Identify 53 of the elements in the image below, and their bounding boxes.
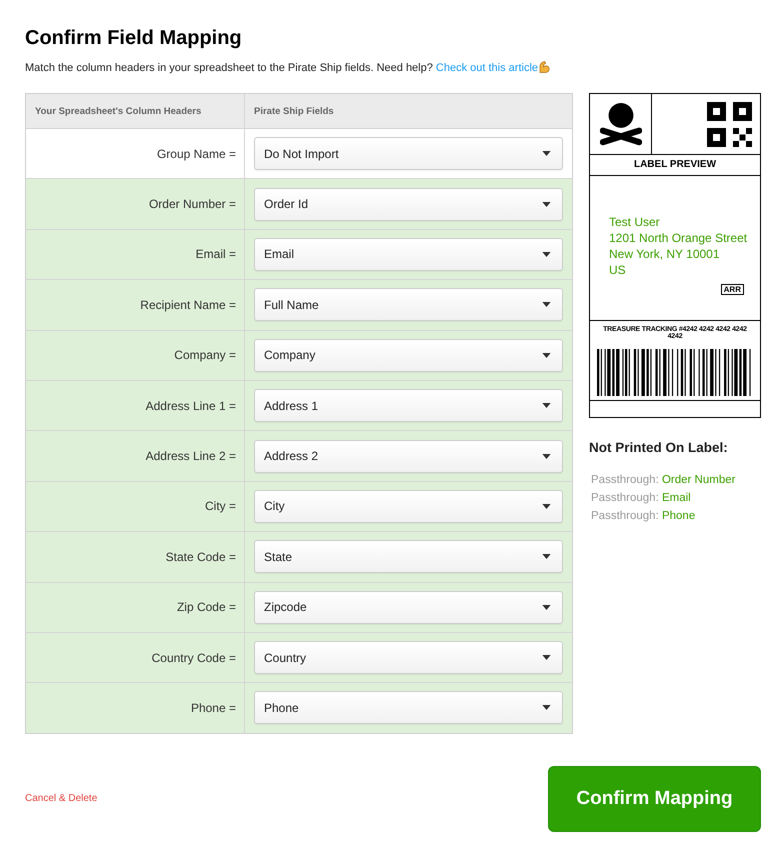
caret-icon	[542, 352, 551, 358]
address-line: US	[609, 262, 627, 278]
passthrough-item: Passthrough: Email	[590, 491, 692, 506]
field-dropdown[interactable]: Phone	[254, 691, 563, 724]
column-header-label: Zip Code =	[176, 600, 236, 614]
qr-code-icon	[707, 102, 752, 146]
column-heading: Pirate Ship Fields	[254, 106, 334, 116]
field-dropdown[interactable]: Do Not Import	[254, 137, 563, 170]
column-header-label: State Code =	[166, 550, 236, 564]
field-dropdown[interactable]: Zipcode	[254, 590, 563, 624]
address-line: Test User	[609, 214, 661, 230]
field-dropdown[interactable]: Address 1	[254, 389, 563, 422]
flexed-arm-icon	[539, 61, 550, 73]
caret-icon	[542, 252, 551, 257]
column-header-label: Address Line 1 =	[146, 398, 236, 413]
address-line: New York, NY 10001	[609, 246, 721, 262]
column-header-label: City =	[204, 499, 236, 514]
passthrough-item: Passthrough: Phone	[590, 509, 696, 524]
field-dropdown[interactable]: Country	[254, 641, 563, 674]
intro-text: Match the column headers in your spreadsheet to the Pirate Ship fields. Need help? Check out this article	[25, 60, 761, 76]
caret-icon	[542, 604, 551, 610]
field-dropdown[interactable]: Email	[254, 238, 563, 271]
caret-icon	[542, 655, 551, 660]
field-dropdown[interactable]: Company	[254, 338, 563, 372]
service-code-tag: ARR	[720, 284, 744, 295]
field-dropdown[interactable]: City	[254, 490, 563, 523]
field-dropdown[interactable]: State	[254, 540, 563, 574]
field-dropdown[interactable]: Address 2	[254, 440, 563, 473]
column-heading: Your Spreadsheet's Column Headers	[35, 106, 202, 116]
section-heading: Not Printed On Label:	[589, 440, 729, 455]
field-dropdown[interactable]: Full Name	[254, 288, 563, 322]
label-preview-title: LABEL PREVIEW	[590, 155, 760, 176]
caret-icon	[542, 454, 551, 459]
caret-icon	[542, 302, 551, 308]
column-header-label: Address Line 2 =	[146, 449, 236, 464]
caret-icon	[542, 151, 551, 156]
caret-icon	[542, 403, 551, 408]
column-header-label: Phone =	[190, 700, 236, 715]
field-dropdown[interactable]: Order Id	[254, 188, 563, 221]
column-header-label: Order Number =	[148, 197, 236, 212]
caret-icon	[542, 202, 551, 207]
column-header-label: Company =	[174, 348, 236, 362]
column-header-label: Recipient Name =	[140, 298, 236, 312]
cancel-delete-link[interactable]: Cancel & Delete	[25, 793, 98, 804]
caret-icon	[542, 705, 551, 710]
column-header-label: Email =	[196, 247, 236, 262]
page-title: Confirm Field Mapping	[25, 26, 242, 51]
skull-and-crossbones-icon	[600, 102, 642, 146]
caret-icon	[542, 554, 551, 560]
passthrough-item: Passthrough: Order Number	[590, 473, 736, 488]
column-header-label: Country Code =	[152, 650, 236, 665]
caret-icon	[542, 504, 551, 509]
column-header-label: Group Name =	[156, 146, 236, 161]
